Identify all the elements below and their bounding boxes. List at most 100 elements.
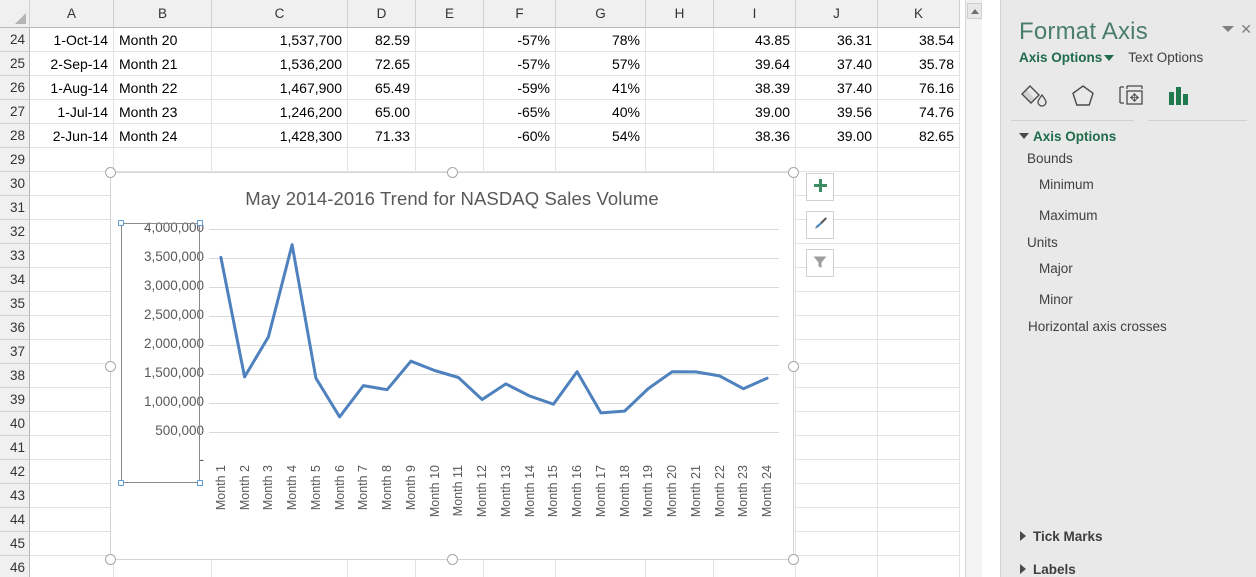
cell-empty[interactable] [416, 100, 484, 124]
cell-b25[interactable]: Month 21 [114, 52, 212, 76]
cell-i27[interactable]: 39.00 [714, 100, 796, 124]
column-header-k[interactable]: K [878, 0, 960, 28]
cell-i26[interactable]: 38.39 [714, 76, 796, 100]
cell-empty[interactable] [416, 52, 484, 76]
cell-empty[interactable] [646, 148, 714, 172]
row-header-32[interactable]: 32 [0, 220, 30, 244]
cell-f26[interactable]: -59% [484, 76, 556, 100]
cell-empty[interactable] [878, 484, 960, 508]
cell-k26[interactable]: 76.16 [878, 76, 960, 100]
cell-empty[interactable] [878, 532, 960, 556]
column-header-d[interactable]: D [348, 0, 416, 28]
row-header-33[interactable]: 33 [0, 244, 30, 268]
cell-d24[interactable]: 82.59 [348, 28, 416, 52]
column-header-e[interactable]: E [416, 0, 484, 28]
cell-empty[interactable] [878, 508, 960, 532]
cell-f24[interactable]: -57% [484, 28, 556, 52]
column-header-c[interactable]: C [212, 0, 348, 28]
row-header-39[interactable]: 39 [0, 388, 30, 412]
cell-empty[interactable] [30, 244, 114, 268]
column-header-g[interactable]: G [556, 0, 646, 28]
cell-empty[interactable] [30, 532, 114, 556]
row-header-26[interactable]: 26 [0, 76, 30, 100]
cell-a25[interactable]: 2-Sep-14 [30, 52, 114, 76]
chart-handle-top-center[interactable] [447, 167, 458, 178]
close-icon[interactable]: ✕ [1240, 22, 1252, 36]
cell-empty[interactable] [646, 76, 714, 100]
axis-options-icon[interactable] [1155, 75, 1203, 117]
cell-k28[interactable]: 82.65 [878, 124, 960, 148]
cell-c24[interactable]: 1,537,700 [212, 28, 348, 52]
cell-empty[interactable] [556, 148, 646, 172]
axis-handle-br[interactable] [197, 480, 203, 486]
chevron-down-icon[interactable] [1104, 54, 1115, 61]
cell-d25[interactable]: 72.65 [348, 52, 416, 76]
cell-empty[interactable] [416, 76, 484, 100]
cell-b27[interactable]: Month 23 [114, 100, 212, 124]
cell-empty[interactable] [212, 148, 348, 172]
cell-empty[interactable] [30, 292, 114, 316]
cell-empty[interactable] [30, 508, 114, 532]
row-header-34[interactable]: 34 [0, 268, 30, 292]
chart-handle-top-left[interactable] [105, 167, 116, 178]
cell-empty[interactable] [30, 364, 114, 388]
cell-empty[interactable] [646, 28, 714, 52]
cell-empty[interactable] [646, 52, 714, 76]
plot-area[interactable] [209, 229, 779, 461]
cell-empty[interactable] [646, 100, 714, 124]
cell-i25[interactable]: 39.64 [714, 52, 796, 76]
row-header-43[interactable]: 43 [0, 484, 30, 508]
row-header-37[interactable]: 37 [0, 340, 30, 364]
axis-handle-bl[interactable] [118, 480, 124, 486]
axis-options-expand-icon[interactable] [1019, 133, 1029, 139]
cell-empty[interactable] [878, 388, 960, 412]
cell-empty[interactable] [484, 148, 556, 172]
row-header-46[interactable]: 46 [0, 556, 30, 577]
cell-b26[interactable]: Month 22 [114, 76, 212, 100]
cell-j24[interactable]: 36.31 [796, 28, 878, 52]
cell-empty[interactable] [796, 364, 878, 388]
cell-empty[interactable] [796, 532, 878, 556]
cell-j25[interactable]: 37.40 [796, 52, 878, 76]
cell-k27[interactable]: 74.76 [878, 100, 960, 124]
cell-f27[interactable]: -65% [484, 100, 556, 124]
cell-a27[interactable]: 1-Jul-14 [30, 100, 114, 124]
column-header-f[interactable]: F [484, 0, 556, 28]
select-all-corner[interactable] [0, 0, 30, 28]
row-header-40[interactable]: 40 [0, 412, 30, 436]
cell-f25[interactable]: -57% [484, 52, 556, 76]
effects-icon[interactable] [1059, 75, 1107, 117]
fill-line-icon[interactable] [1011, 75, 1059, 117]
cell-empty[interactable] [878, 292, 960, 316]
cell-empty[interactable] [878, 172, 960, 196]
row-header-29[interactable]: 29 [0, 148, 30, 172]
cell-empty[interactable] [878, 316, 960, 340]
cell-c25[interactable]: 1,536,200 [212, 52, 348, 76]
cell-d26[interactable]: 65.49 [348, 76, 416, 100]
cell-g27[interactable]: 40% [556, 100, 646, 124]
chart-handle-middle-left[interactable] [105, 361, 116, 372]
cell-empty[interactable] [30, 172, 114, 196]
cell-g25[interactable]: 57% [556, 52, 646, 76]
cell-empty[interactable] [30, 412, 114, 436]
cell-k25[interactable]: 35.78 [878, 52, 960, 76]
row-header-41[interactable]: 41 [0, 436, 30, 460]
row-header-44[interactable]: 44 [0, 508, 30, 532]
cell-i24[interactable]: 43.85 [714, 28, 796, 52]
format-axis-panel[interactable]: Format Axis ✕ Axis Options Text Options [1000, 0, 1256, 577]
cell-empty[interactable] [878, 556, 960, 577]
cell-b28[interactable]: Month 24 [114, 124, 212, 148]
cell-empty[interactable] [796, 460, 878, 484]
chart-handle-top-right[interactable] [788, 167, 799, 178]
row-header-27[interactable]: 27 [0, 100, 30, 124]
axis-options-heading[interactable]: Axis Options [1033, 129, 1116, 144]
column-header-a[interactable]: A [30, 0, 114, 28]
cell-f28[interactable]: -60% [484, 124, 556, 148]
chart-elements-button[interactable] [806, 173, 834, 201]
cell-c26[interactable]: 1,467,900 [212, 76, 348, 100]
cell-d27[interactable]: 65.00 [348, 100, 416, 124]
tick-marks-heading[interactable]: Tick Marks [1033, 529, 1103, 544]
cell-empty[interactable] [878, 460, 960, 484]
cell-empty[interactable] [796, 388, 878, 412]
scroll-up-arrow[interactable] [967, 3, 982, 19]
